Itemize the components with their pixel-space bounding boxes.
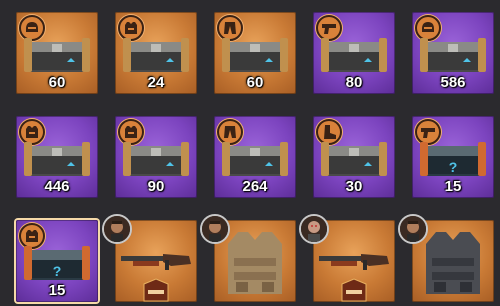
item-quantity: 15: [48, 282, 66, 299]
item-quantity: 80: [345, 74, 363, 91]
mystery-crate-icon: ?: [420, 142, 486, 176]
inventory-slot-vest-crate[interactable]: 24: [115, 12, 197, 94]
svg-text:?: ?: [53, 263, 62, 279]
character-avatar[interactable]: [299, 214, 329, 244]
item-quantity: 15: [444, 178, 462, 195]
crate-icon: [123, 142, 189, 176]
weapon-badge-icon: [341, 278, 367, 302]
crate-icon: [123, 38, 189, 72]
tactical-vest-icon: [228, 232, 282, 294]
crate-icon: [420, 38, 486, 72]
item-quantity: 446: [44, 178, 70, 195]
shotgun-icon: [121, 254, 191, 270]
inventory-slot-helmet-crate[interactable]: 586: [412, 12, 494, 94]
inventory-slot-pants-crate[interactable]: 264: [214, 116, 296, 198]
crate-icon: [321, 142, 387, 176]
inventory-grid: 60 24 60 80 586 446 90 264 30 ? 15 ? 15: [0, 0, 500, 306]
item-quantity: 24: [147, 74, 165, 91]
item-quantity: 586: [440, 74, 466, 91]
inventory-slot-boots-crate[interactable]: 30: [313, 116, 395, 198]
tactical-vest-icon: [426, 232, 480, 294]
inventory-slot-pistol-mystery-crate[interactable]: ? 15: [412, 116, 494, 198]
inventory-slot-pants-crate[interactable]: 60: [214, 12, 296, 94]
shotgun-icon: [319, 254, 389, 270]
character-avatar[interactable]: [398, 214, 428, 244]
item-quantity: 60: [246, 74, 264, 91]
crate-icon: [222, 142, 288, 176]
character-avatar[interactable]: [102, 214, 132, 244]
item-quantity: 60: [48, 74, 66, 91]
character-avatar[interactable]: [200, 214, 230, 244]
crate-icon: [321, 38, 387, 72]
inventory-slot-vest-mystery-crate[interactable]: ? 15: [16, 220, 98, 302]
item-quantity: 90: [147, 178, 165, 195]
mystery-crate-icon: ?: [24, 246, 90, 280]
crate-icon: [222, 38, 288, 72]
weapon-badge-icon: [143, 278, 169, 302]
crate-icon: [24, 142, 90, 176]
crate-icon: [24, 38, 90, 72]
item-quantity: 30: [345, 178, 363, 195]
item-quantity: 264: [242, 178, 268, 195]
inventory-slot-helmet-crate[interactable]: 60: [16, 12, 98, 94]
svg-text:?: ?: [449, 159, 458, 175]
inventory-slot-vest-crate[interactable]: 90: [115, 116, 197, 198]
inventory-slot-vest-crate[interactable]: 446: [16, 116, 98, 198]
inventory-slot-pistol-crate[interactable]: 80: [313, 12, 395, 94]
